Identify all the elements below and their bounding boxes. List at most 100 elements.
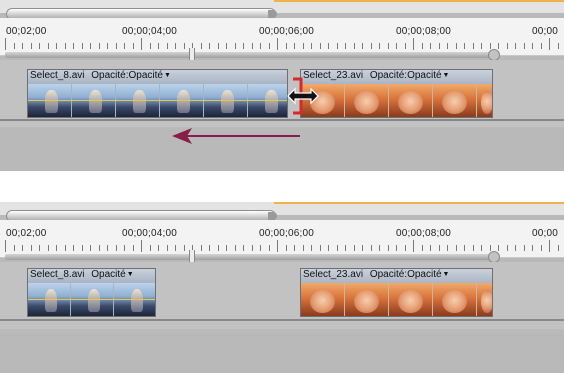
ruler-tick <box>166 43 168 49</box>
ruler-tick <box>396 245 397 251</box>
thumbnail-frame <box>345 84 388 117</box>
thumbnail-frame <box>301 283 344 316</box>
accent-line <box>274 202 564 204</box>
ruler-tick <box>396 43 397 49</box>
ruler-tick <box>319 43 321 49</box>
ruler-tick <box>268 43 270 49</box>
ruler-tick <box>234 43 236 49</box>
opacity-rubber-band[interactable] <box>28 299 155 300</box>
ruler-tick <box>124 43 125 49</box>
ruler-tick <box>302 43 304 49</box>
ruler-tick <box>175 245 176 251</box>
ruler-tick <box>336 43 338 49</box>
ruler-tick <box>353 43 355 49</box>
ruler-tick <box>345 43 346 49</box>
ruler-tick <box>217 43 219 49</box>
ruler-tick <box>277 38 278 50</box>
ruler-tick <box>455 43 457 49</box>
ruler-tick <box>404 245 406 251</box>
ruler-tick <box>81 43 83 49</box>
ruler-tick <box>515 43 516 49</box>
clip-select-23[interactable]: Select_23.avi Opacité:Opacité▼ <box>300 69 493 118</box>
clip-name: Select_8.avi <box>30 70 85 81</box>
zoom-scroll-handle[interactable] <box>268 212 277 220</box>
ruler-tick <box>243 43 244 49</box>
ruler-tick <box>30 43 32 49</box>
dropdown-arrow-icon: ▼ <box>126 271 134 278</box>
ruler-tick <box>421 43 423 49</box>
ruler-tick <box>540 245 542 251</box>
drag-left-arrow-icon <box>172 128 300 144</box>
ruler-tick <box>200 43 202 49</box>
opacity-label: Opacité:Opacité <box>369 70 442 81</box>
current-time-indicator[interactable] <box>189 48 195 60</box>
ruler-tick <box>294 43 295 49</box>
timecode-label: 00;00;08;00 <box>396 26 452 37</box>
timecode-label: 00;02;00 <box>6 228 47 239</box>
ruler-tick <box>523 43 525 49</box>
ruler-tick <box>549 240 550 252</box>
clip-name: Select_8.avi <box>30 269 85 280</box>
ruler-tick <box>438 43 440 49</box>
ruler-tick <box>22 43 23 49</box>
thumbnail-frame <box>433 84 476 117</box>
ruler-tick <box>277 240 278 252</box>
opacity-menu[interactable]: Opacité:Opacité▼ <box>370 269 450 280</box>
current-time-indicator[interactable] <box>189 250 195 262</box>
ruler-tick <box>90 43 91 49</box>
ruler-tick <box>557 43 559 49</box>
clip-select-23[interactable]: Select_23.avi Opacité:Opacité▼ <box>300 268 493 317</box>
ruler-tick <box>251 245 253 251</box>
clip-thumbnails <box>301 84 492 117</box>
clip-thumbnails <box>301 283 492 316</box>
opacity-menu[interactable]: Opacité▼ <box>91 269 133 280</box>
work-area-bar[interactable] <box>5 52 491 58</box>
timecode-label: 00;00;04;00 <box>122 228 178 239</box>
ruler-tick <box>506 43 508 49</box>
dropdown-arrow-icon: ▼ <box>442 271 450 278</box>
zoom-scroll-handle[interactable] <box>268 10 277 18</box>
ruler-tick <box>141 240 142 252</box>
ruler-tick <box>47 43 49 49</box>
ruler-tick <box>540 43 542 49</box>
opacity-menu[interactable]: Opacité:Opacité▼ <box>91 70 171 81</box>
ruler-tick <box>124 245 125 251</box>
thumbnail-frame <box>389 84 432 117</box>
ruler-tick <box>489 43 491 49</box>
ruler-tick <box>464 43 465 49</box>
ruler-tick <box>311 245 312 251</box>
clip-select-8[interactable]: Select_8.avi Opacité:Opacité▼ <box>27 69 288 118</box>
time-ruler[interactable]: 00;02;00 00;00;04;00 00;00;06;00 00;00;0… <box>0 18 564 61</box>
ruler-tick <box>345 245 346 251</box>
ruler-tick <box>285 43 287 49</box>
ruler-tick <box>200 245 202 251</box>
ruler-tick <box>379 43 380 49</box>
ruler-tick <box>319 245 321 251</box>
ruler-tick <box>328 43 329 49</box>
ruler-tick <box>455 245 457 251</box>
ruler-tick <box>549 38 550 50</box>
dropdown-arrow-icon: ▼ <box>442 72 450 79</box>
ruler-tick <box>56 43 57 49</box>
timecode-label: 00;00 <box>532 26 559 37</box>
clip-header: Select_23.avi Opacité:Opacité▼ <box>301 70 492 84</box>
ruler-tick <box>175 43 176 49</box>
opacity-menu[interactable]: Opacité:Opacité▼ <box>370 70 450 81</box>
ruler-tick <box>107 245 108 251</box>
opacity-label: Opacité:Opacité <box>91 70 163 81</box>
ruler-tick <box>13 245 15 251</box>
ruler-tick <box>532 245 533 251</box>
ruler-tick <box>515 245 516 251</box>
time-ruler[interactable]: 00;02;00 00;00;04;00 00;00;06;00 00;00;0… <box>0 220 564 263</box>
ruler-tick <box>362 245 363 251</box>
ruler-tick <box>404 43 406 49</box>
opacity-rubber-band[interactable] <box>28 100 287 101</box>
ruler-tick <box>149 43 151 49</box>
ruler-tick <box>13 43 15 49</box>
ruler-tick <box>5 38 6 50</box>
work-area-bar[interactable] <box>5 254 491 260</box>
timecode-label: 00;00;08;00 <box>396 228 452 239</box>
ruler-tick <box>226 245 227 251</box>
clip-select-8[interactable]: Select_8.avi Opacité▼ <box>27 268 156 317</box>
timecode-label: 00;00;06;00 <box>259 26 315 37</box>
